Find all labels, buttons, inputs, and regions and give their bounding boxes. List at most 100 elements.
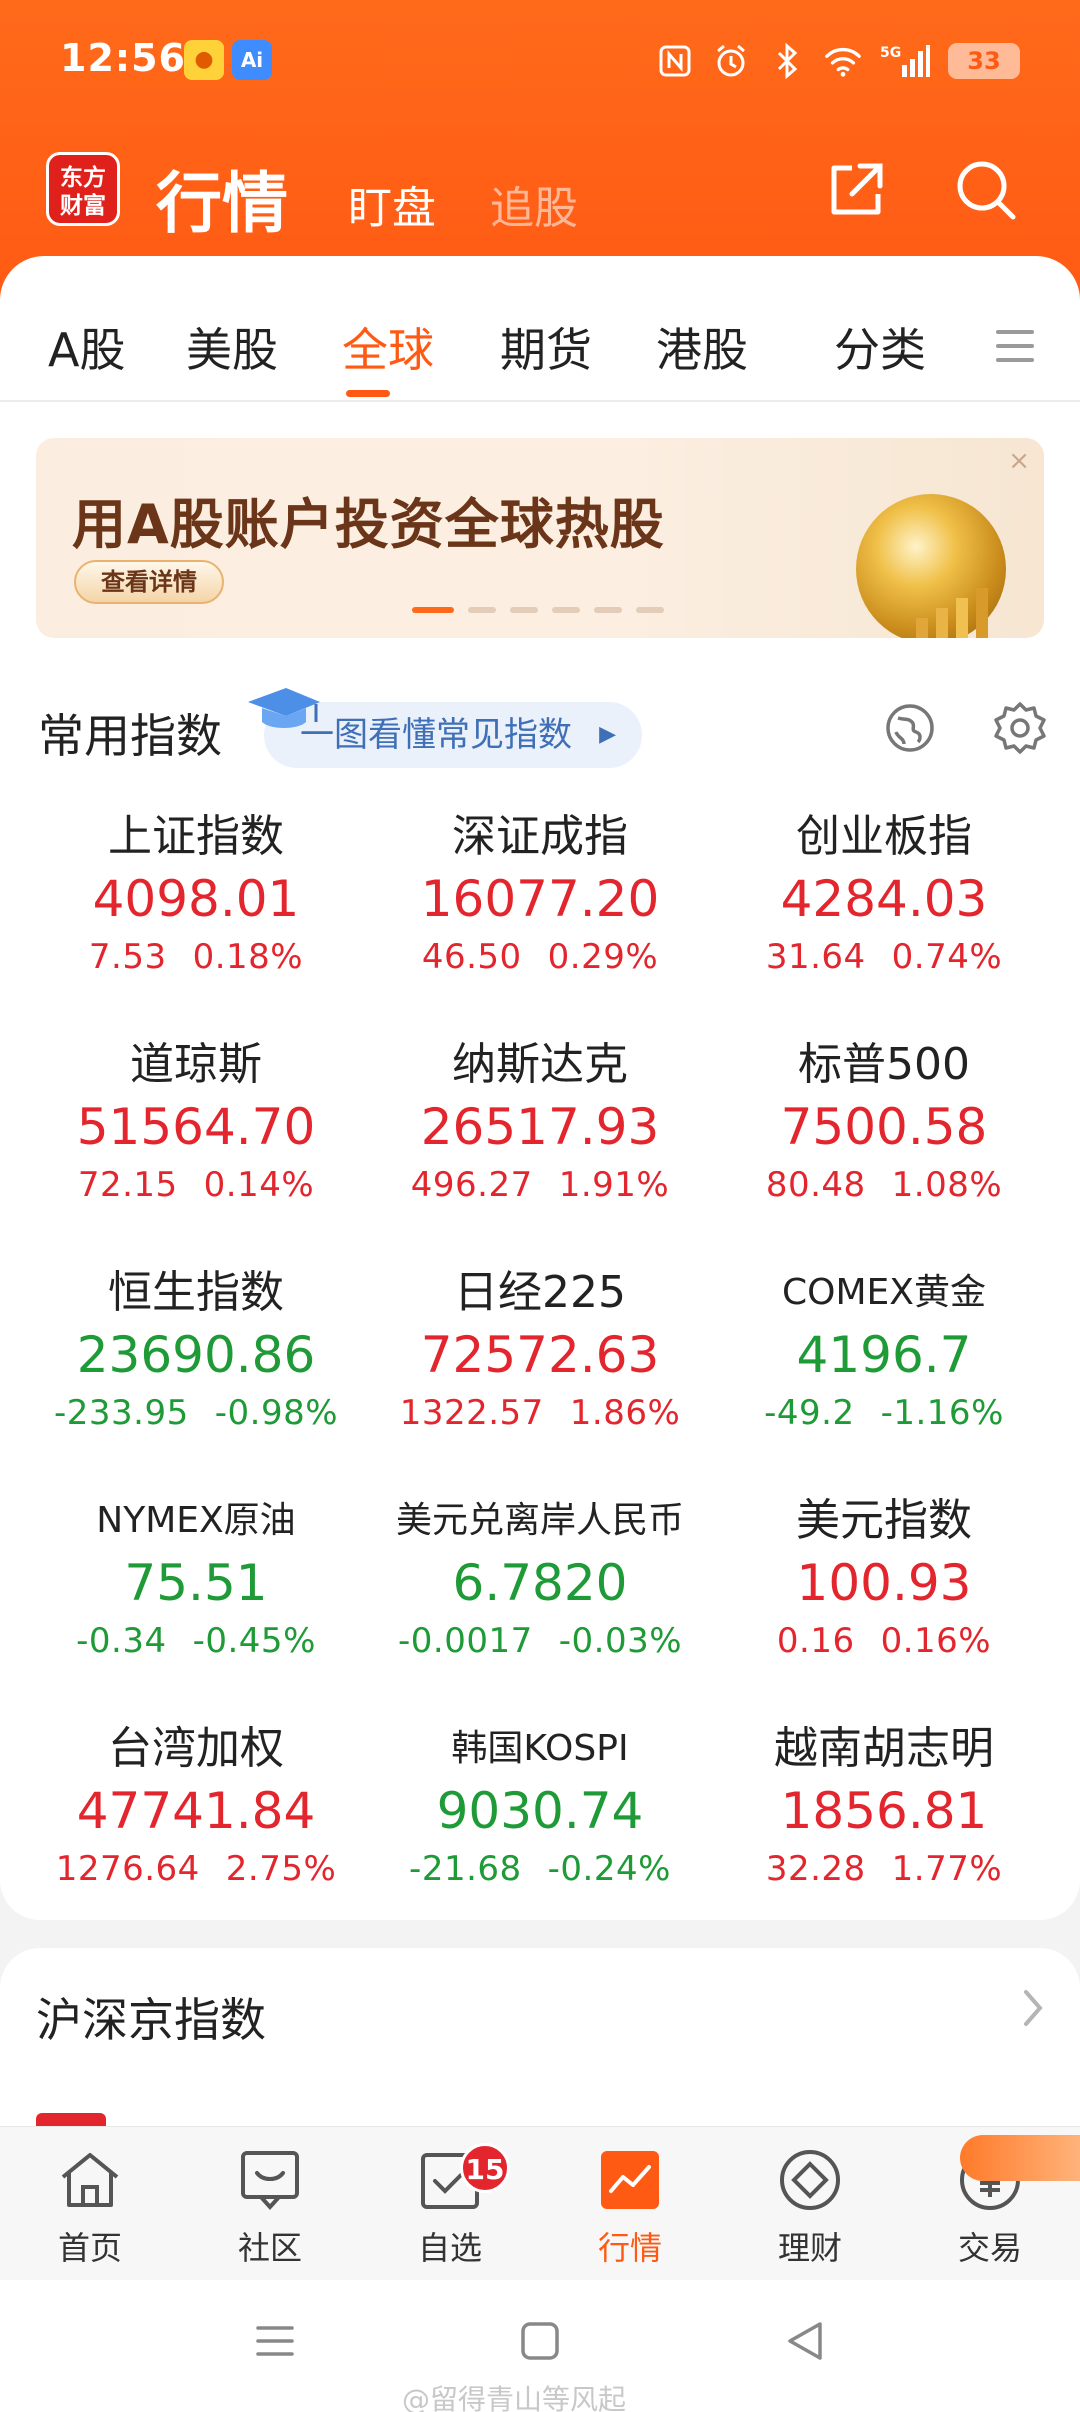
index-card[interactable]: 美元指数 100.93 0.16 0.16% [712,1492,1056,1666]
tab-futures[interactable]: 期货 [500,314,592,380]
index-change: 32.28 [765,1849,866,1889]
active-tab-indicator [346,390,390,397]
index-card[interactable]: COMEX黄金 4196.7 -49.2 -1.16% [712,1264,1056,1438]
index-percent: -0.03% [558,1621,683,1661]
index-card[interactable]: 越南胡志明 1856.81 32.28 1.77% [712,1720,1056,1894]
index-name: 韩国KOSPI [451,1728,629,1769]
index-change-row: -0.0017 -0.03% [368,1616,712,1666]
recent-apps-icon[interactable] [250,2316,300,2366]
index-card[interactable]: 道琼斯 51564.70 72.15 0.14% [24,1036,368,1210]
index-change-row: 32.28 1.77% [712,1844,1056,1894]
index-percent: 0.18% [192,937,304,977]
chevron-right-icon[interactable] [1018,1986,1048,2030]
home-square-icon[interactable] [515,2316,565,2366]
menu-icon[interactable] [994,326,1036,366]
tab-global[interactable]: 全球 [342,314,434,380]
svg-text:5G: 5G [880,45,901,61]
index-name: 上证指数 [108,811,284,862]
notification-app-icon: ● [184,40,224,80]
index-value: 51564.70 [76,1098,316,1156]
settings-gear-icon[interactable] [992,700,1048,756]
index-change-row: 496.27 1.91% [368,1160,712,1210]
index-change: -0.34 [76,1621,167,1661]
index-name: 美元兑离岸人民币 [395,1500,684,1541]
promo-banner[interactable]: 用A股账户投资全球热股 查看详情 × [36,438,1044,638]
community-icon [241,2151,299,2210]
index-card[interactable]: 深证成指 16077.20 46.50 0.29% [368,808,712,982]
hs-section-title: 沪深京指数 [36,1993,266,2047]
index-name: 标普500 [798,1039,970,1090]
index-card[interactable]: 日经225 72572.63 1322.57 1.86% [368,1264,712,1438]
index-card[interactable]: 标普500 7500.58 80.48 1.08% [712,1036,1056,1210]
wealth-icon [780,2150,840,2210]
nav-home-label: 首页 [57,2229,122,2267]
index-change-row: 7.53 0.18% [24,932,368,982]
tab-category[interactable]: 分类 [834,314,926,380]
hs-index-section[interactable]: 沪深京指数 [0,1948,1080,2153]
search-icon[interactable] [950,154,1022,226]
index-percent: 1.77% [891,1849,1003,1889]
nav-market[interactable]: 行情 [560,2147,700,2269]
index-name: 美元指数 [796,1495,972,1546]
index-value: 4196.7 [796,1326,972,1384]
index-value: 23690.86 [76,1326,316,1384]
index-change: 1322.57 [399,1393,544,1433]
index-value: 9030.74 [436,1782,644,1840]
tab-chase[interactable]: 追股 [490,172,578,236]
tab-hk-stocks[interactable]: 港股 [656,314,748,380]
banner-details-button[interactable]: 查看详情 [74,560,224,604]
nfc-icon [656,42,694,80]
index-card[interactable]: 恒生指数 23690.86 -233.95 -0.98% [24,1264,368,1438]
bluetooth-icon [768,42,806,80]
graduation-cap-icon [248,688,320,728]
index-card[interactable]: 创业板指 4284.03 31.64 0.74% [712,808,1056,982]
index-name: 深证成指 [452,811,628,862]
index-change-row: 1276.64 2.75% [24,1844,368,1894]
index-name: NYMEX原油 [96,1500,296,1541]
share-icon[interactable] [820,154,892,226]
index-percent: 0.14% [203,1165,315,1205]
index-card[interactable]: 纳斯达克 26517.93 496.27 1.91% [368,1036,712,1210]
index-card[interactable]: 美元兑离岸人民币 6.7820 -0.0017 -0.03% [368,1492,712,1666]
alarm-icon [712,42,750,80]
pagination-dot [636,607,664,613]
tab-a-shares[interactable]: A股 [48,314,125,380]
index-percent: 1.08% [891,1165,1003,1205]
banner-close-icon[interactable]: × [1008,446,1030,476]
nav-watchlist[interactable]: 自选 15 [380,2143,520,2269]
back-triangle-icon[interactable] [780,2316,830,2366]
pagination-dot [594,607,622,613]
index-value: 47741.84 [76,1782,316,1840]
app-header: 东方 财富 行情 盯盘 追股 [0,130,1080,250]
index-name: 纳斯达克 [452,1039,628,1090]
watermark: @留得青山等风起 [402,2383,627,2412]
nav-home[interactable]: 首页 [20,2147,160,2269]
index-card[interactable]: 上证指数 4098.01 7.53 0.18% [24,808,368,982]
battery-indicator: 33 [948,43,1020,79]
index-card[interactable]: NYMEX原油 75.51 -0.34 -0.45% [24,1492,368,1666]
index-value: 1856.81 [780,1782,988,1840]
index-change: -0.0017 [397,1621,533,1661]
app-logo[interactable]: 东方 财富 [46,152,120,226]
index-change: 0.16 [776,1621,855,1661]
index-percent: 1.91% [558,1165,670,1205]
floating-promo-tab[interactable] [960,2135,1080,2181]
tab-watch[interactable]: 盯盘 [348,172,436,236]
globe-icon[interactable] [882,700,938,756]
index-card[interactable]: 台湾加权 47741.84 1276.64 2.75% [24,1720,368,1894]
ai-app-icon: Ai [232,40,272,80]
banner-title: 用A股账户投资全球热股 [72,493,665,556]
nav-wealth[interactable]: 理财 [740,2147,880,2269]
index-percent: 0.16% [880,1621,992,1661]
index-card[interactable]: 韩国KOSPI 9030.74 -21.68 -0.24% [368,1720,712,1894]
index-change-row: 0.16 0.16% [712,1616,1056,1666]
nav-community-label: 社区 [237,2229,302,2267]
index-change: 72.15 [77,1165,178,1205]
play-arrow-icon: ▶ [599,722,616,747]
tab-us-stocks[interactable]: 美股 [186,314,278,380]
nav-community[interactable]: 社区 [200,2147,340,2269]
index-change-row: -49.2 -1.16% [712,1388,1056,1438]
index-value: 6.7820 [452,1554,628,1612]
nav-trade-label: 交易 [957,2229,1022,2267]
index-value: 72572.63 [420,1326,660,1384]
